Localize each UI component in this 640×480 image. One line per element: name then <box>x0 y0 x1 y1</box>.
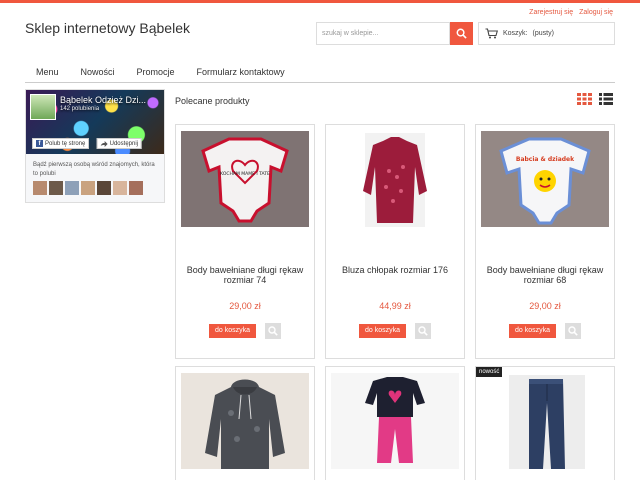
search-icon <box>456 28 467 39</box>
register-link[interactable]: Zarejestruj się <box>529 9 573 16</box>
facebook-friend-avatars <box>33 181 143 195</box>
sweatshirt-photo <box>363 133 427 229</box>
friend-avatar[interactable] <box>33 181 47 195</box>
product-price: 29,00 zł <box>529 301 561 311</box>
product-card[interactable] <box>175 366 315 480</box>
bodysuit-print-text: KOCHAM MAME I TATE <box>220 171 270 177</box>
add-to-cart-button[interactable]: do koszyka <box>509 324 557 338</box>
facebook-friends-text: Bądź pierwszą osobą wśród znajomych, któ… <box>33 162 155 177</box>
nav-item-promotions[interactable]: Promocje <box>126 63 186 82</box>
facebook-page-widget: Bąbelek Odzież Dzi... 142 polubienia f P… <box>25 89 165 203</box>
nav-item-menu[interactable]: Menu <box>25 63 70 82</box>
product-image[interactable] <box>181 373 309 469</box>
product-card[interactable]: Bluza chłopak rozmiar 176 44,99 zł do ko… <box>325 124 465 359</box>
account-links: Zarejestruj się Zaloguj się <box>529 9 613 16</box>
zoom-icon <box>418 326 428 336</box>
new-badge: nowość <box>476 367 503 377</box>
facebook-like-label: Polub tę stronę <box>45 140 86 147</box>
search-button[interactable] <box>450 22 473 45</box>
hoodie-photo <box>181 373 309 469</box>
search-placeholder: szukaj w sklepie... <box>322 30 379 37</box>
add-to-cart-button[interactable]: do koszyka <box>209 324 257 338</box>
friend-avatar[interactable] <box>129 181 143 195</box>
bodysuit-photo: KOCHAM MAME I TATE <box>181 131 309 227</box>
facebook-like-button[interactable]: f Polub tę stronę <box>32 138 90 149</box>
share-icon <box>100 140 108 147</box>
jeans-photo <box>509 375 585 471</box>
bodysuit-print-text: Babcia & dziadek <box>516 156 575 163</box>
friend-avatar[interactable] <box>49 181 63 195</box>
cart-label: Koszyk: <box>503 30 528 37</box>
zoom-icon <box>568 326 578 336</box>
add-to-cart-button[interactable]: do koszyka <box>359 324 407 338</box>
product-card[interactable]: KOCHAM MAME I TATE Body bawełniane długi… <box>175 124 315 359</box>
cart-status: (pusty) <box>532 30 554 37</box>
friend-avatar[interactable] <box>113 181 127 195</box>
quick-view-button[interactable] <box>265 323 281 339</box>
product-card[interactable]: Babcia & dziadek Body bawełniane długi r… <box>475 124 615 359</box>
login-link[interactable]: Zaloguj się <box>579 9 613 16</box>
facebook-likes-count: 142 polubienia <box>60 106 100 112</box>
grid-view-icon[interactable] <box>577 93 592 105</box>
nav-item-contact[interactable]: Formularz kontaktowy <box>186 63 296 82</box>
facebook-cover-image[interactable]: Bąbelek Odzież Dzi... 142 polubienia f P… <box>26 90 164 154</box>
product-price: 44,99 zł <box>379 301 411 311</box>
shop-title[interactable]: Sklep internetowy Bąbelek <box>25 20 190 36</box>
product-card[interactable]: nowość <box>475 366 615 480</box>
list-view-icon[interactable] <box>599 93 613 105</box>
facebook-icon: f <box>36 140 43 147</box>
product-name[interactable]: Bluza chłopak rozmiar 176 <box>330 265 460 275</box>
bodysuit-photo: Babcia & dziadek <box>481 131 609 227</box>
zoom-icon <box>268 326 278 336</box>
product-card[interactable] <box>325 366 465 480</box>
featured-products-title: Polecane produkty <box>175 96 250 106</box>
nav-item-new[interactable]: Nowości <box>70 63 126 82</box>
cart-icon <box>485 28 498 39</box>
friend-avatar[interactable] <box>81 181 95 195</box>
cart-summary[interactable]: Koszyk: (pusty) <box>478 22 615 45</box>
product-image[interactable]: Babcia & dziadek <box>481 131 609 227</box>
facebook-share-button[interactable]: Udostępnij <box>96 138 142 149</box>
facebook-page-name[interactable]: Bąbelek Odzież Dzi... <box>60 95 146 105</box>
product-name[interactable]: Body bawełniane długi rękaw rozmiar 68 <box>480 265 610 285</box>
facebook-page-avatar[interactable] <box>30 94 56 120</box>
product-image[interactable] <box>481 373 609 471</box>
product-image[interactable]: KOCHAM MAME I TATE <box>181 131 309 227</box>
top-accent-stripe <box>0 0 640 3</box>
friend-avatar[interactable] <box>65 181 79 195</box>
facebook-share-label: Udostępnij <box>109 140 138 147</box>
friend-avatar[interactable] <box>97 181 111 195</box>
quick-view-button[interactable] <box>565 323 581 339</box>
quick-view-button[interactable] <box>415 323 431 339</box>
outfit-photo <box>331 373 459 469</box>
search-input[interactable]: szukaj w sklepie... <box>316 22 450 45</box>
product-price: 29,00 zł <box>229 301 261 311</box>
product-image[interactable] <box>331 131 459 229</box>
main-navigation: Menu Nowości Promocje Formularz kontakto… <box>25 63 615 83</box>
product-image[interactable] <box>331 373 459 469</box>
product-name[interactable]: Body bawełniane długi rękaw rozmiar 74 <box>180 265 310 285</box>
